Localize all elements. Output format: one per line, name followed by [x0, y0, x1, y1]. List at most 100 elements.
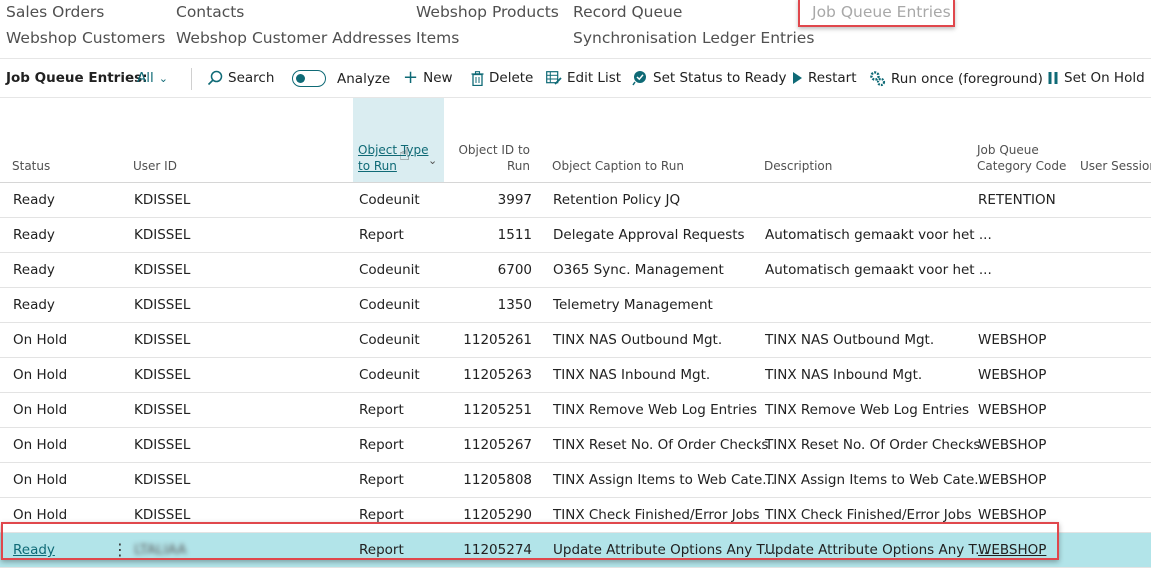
status-cell[interactable]: Ready [13, 542, 55, 558]
nav-link-contacts[interactable]: Contacts [176, 3, 244, 21]
nav-link-webshop-customers[interactable]: Webshop Customers [6, 29, 165, 47]
description-cell: Automatisch gemaakt voor het ... [765, 262, 992, 278]
nav-link-items[interactable]: Items [416, 29, 459, 47]
nav-link-webshop-products[interactable]: Webshop Products [416, 3, 559, 21]
play-icon [793, 72, 802, 84]
description-cell: TINX NAS Outbound Mgt. [765, 332, 935, 348]
user-id-cell: KDISSEL [134, 332, 191, 348]
view-filter-dropdown[interactable]: All ⌄ [137, 70, 168, 86]
more-options-icon[interactable]: ⋮ [112, 540, 128, 559]
status-cell: Ready [13, 227, 55, 243]
category-code-cell: WEBSHOP [978, 437, 1047, 453]
category-code-cell: WEBSHOP [978, 402, 1047, 418]
nav-divider [0, 58, 1151, 59]
object-id-cell: 11205274 [463, 542, 532, 558]
category-code-cell: WEBSHOP [978, 472, 1047, 488]
status-check-icon [632, 71, 646, 86]
search-button[interactable]: Search [207, 70, 274, 86]
status-cell: On Hold [13, 367, 68, 383]
edit-list-button[interactable]: Edit List [546, 70, 621, 86]
restart-button[interactable]: Restart [791, 70, 857, 86]
object-type-cell: Codeunit [359, 332, 420, 348]
grid-body: Ready KDISSEL Codeunit 3997 Retention Policy… [0, 183, 1151, 568]
user-id-cell: KDISSEL [134, 507, 191, 523]
table-row[interactable]: Ready KDISSEL Report 1511 Delegate Approval … [0, 218, 1151, 253]
status-cell: Ready [13, 262, 55, 278]
table-row[interactable]: Ready KDISSEL Codeunit 1350 Telemetry Manage… [0, 288, 1151, 323]
table-row[interactable]: Ready ⋮ LTALIAA Report 11205274 Update Attrib… [0, 533, 1151, 568]
description-cell: TINX Assign Items to Web Cate... [765, 472, 988, 488]
description-cell: TINX Reset No. Of Order Checks [765, 437, 981, 453]
column-header-object-caption-to-run[interactable]: Object Caption to Run [552, 158, 684, 174]
object-id-cell: 11205267 [463, 437, 532, 453]
run-once-foreground-button[interactable]: Run once (foreground) [869, 70, 1043, 87]
object-type-cell: Report [359, 507, 404, 523]
set-status-to-ready-button[interactable]: Set Status to Ready [632, 70, 787, 86]
table-row[interactable]: On Hold KDISSEL Report 11205251 TINX Remove … [0, 393, 1151, 428]
top-navigation: Sales Orders Contacts Webshop Products R… [0, 0, 1151, 58]
object-id-cell: 11205263 [463, 367, 532, 383]
status-cell: On Hold [13, 402, 68, 418]
table-row[interactable]: On Hold KDISSEL Report 11205290 TINX Check F… [0, 498, 1151, 533]
column-header-job-queue-category-code[interactable]: Job Queue Category Code [977, 142, 1066, 174]
object-type-cell: Codeunit [359, 297, 420, 313]
table-row[interactable]: Ready KDISSEL Codeunit 6700 O365 Sync. Manag… [0, 253, 1151, 288]
table-row[interactable]: On Hold KDISSEL Report 11205808 TINX Assign … [0, 463, 1151, 498]
restart-label: Restart [808, 70, 857, 86]
nav-link-sales-orders[interactable]: Sales Orders [6, 3, 104, 21]
page-title: Job Queue Entries: [6, 70, 148, 86]
object-type-cell: Report [359, 542, 404, 558]
status-cell: On Hold [13, 332, 68, 348]
table-row[interactable]: On Hold KDISSEL Codeunit 11205261 TINX NAS O… [0, 323, 1151, 358]
column-header-status[interactable]: Status [12, 158, 50, 174]
object-id-cell: 3997 [497, 192, 532, 208]
description-cell: Update Attribute Options Any T... [765, 542, 989, 558]
column-header-user-id[interactable]: User ID [133, 158, 177, 174]
object-caption-cell: TINX Reset No. Of Order Checks [553, 437, 769, 453]
table-row[interactable]: On Hold KDISSEL Codeunit 11205263 TINX NAS I… [0, 358, 1151, 393]
job-queue-entries-grid: Status User ID Object Type to Run ⌄ ☝ Obj… [0, 98, 1151, 568]
nav-link-synchronisation-ledger-entries[interactable]: Synchronisation Ledger Entries [573, 29, 814, 47]
status-cell: On Hold [13, 437, 68, 453]
user-id-cell: KDISSEL [134, 227, 191, 243]
nav-link-webshop-customer-addresses[interactable]: Webshop Customer Addresses [176, 29, 412, 47]
object-caption-cell: Update Attribute Options Any T... [553, 542, 777, 558]
user-id-cell: KDISSEL [134, 192, 191, 208]
column-header-object-type-to-run[interactable]: Object Type to Run [358, 142, 428, 174]
new-button[interactable]: + New [403, 69, 453, 87]
column-header-user-session[interactable]: User Session S [1080, 158, 1151, 174]
object-type-cell: Report [359, 437, 404, 453]
description-cell: TINX Remove Web Log Entries [765, 402, 970, 418]
analyze-toggle[interactable]: Analyze [292, 70, 390, 87]
toolbar-divider [191, 68, 192, 90]
search-icon [207, 70, 223, 86]
table-row[interactable]: Ready KDISSEL Codeunit 3997 Retention Policy… [0, 183, 1151, 218]
nav-link-record-queue[interactable]: Record Queue [573, 3, 682, 21]
view-filter-label: All [137, 70, 154, 86]
user-id-cell: KDISSEL [134, 437, 191, 453]
edit-list-label: Edit List [567, 70, 622, 86]
description-cell: TINX NAS Inbound Mgt. [765, 367, 923, 383]
new-label: New [423, 70, 453, 86]
user-id-cell: KDISSEL [134, 472, 191, 488]
object-id-cell: 11205251 [463, 402, 532, 418]
object-type-cell: Report [359, 472, 404, 488]
object-id-cell: 6700 [497, 262, 532, 278]
object-id-cell: 1350 [497, 297, 532, 313]
chevron-down-icon[interactable]: ⌄ [428, 154, 437, 167]
object-type-cell: Codeunit [359, 192, 420, 208]
delete-button[interactable]: Delete [471, 70, 533, 86]
user-id-cell: KDISSEL [134, 402, 191, 418]
analyze-label: Analyze [337, 70, 391, 87]
set-on-hold-button[interactable]: Set On Hold [1047, 70, 1145, 86]
object-type-cell: Codeunit [359, 262, 420, 278]
user-id-cell: LTALIAA [134, 542, 187, 558]
table-row[interactable]: On Hold KDISSEL Report 11205267 TINX Reset N… [0, 428, 1151, 463]
column-header-description[interactable]: Description [764, 158, 832, 174]
status-cell: On Hold [13, 507, 68, 523]
category-code-cell: WEBSHOP [978, 507, 1047, 523]
set-status-label: Set Status to Ready [653, 70, 787, 86]
status-cell: Ready [13, 297, 55, 313]
category-code-cell: WEBSHOP [978, 332, 1047, 348]
column-header-object-id-to-run[interactable]: Object ID to Run [458, 142, 530, 174]
